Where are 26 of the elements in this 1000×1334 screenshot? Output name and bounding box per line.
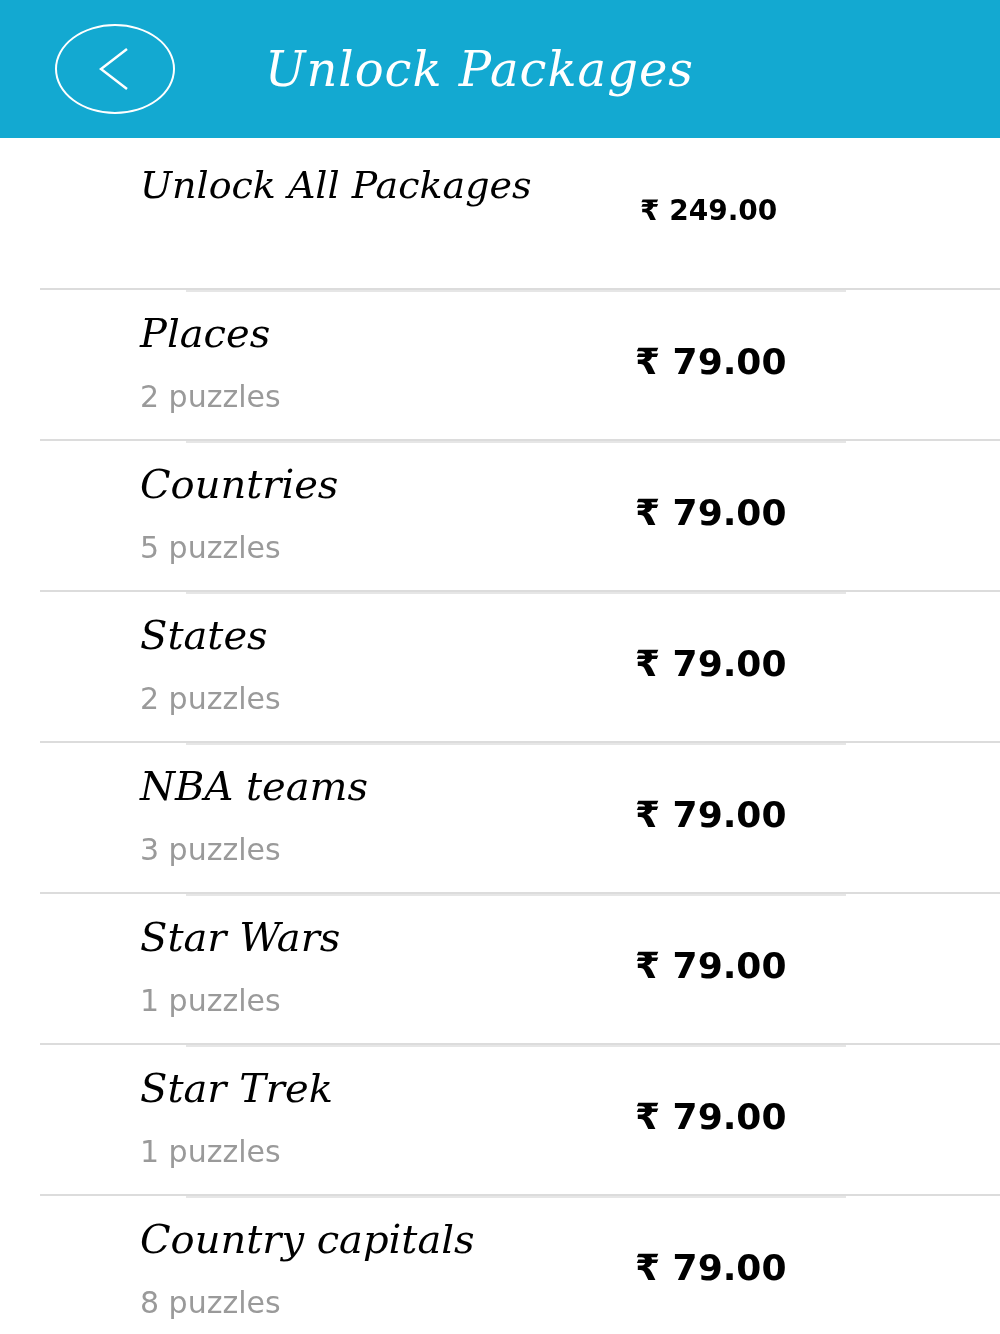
price-label: ₹ 79.00: [635, 945, 787, 987]
package-title: Countries: [140, 460, 340, 508]
price-label: ₹ 79.00: [635, 341, 787, 383]
back-button[interactable]: [55, 24, 175, 114]
puzzle-count: 2 puzzles: [140, 379, 282, 415]
price-label: ₹ 249.00: [640, 194, 778, 228]
price-label: ₹ 79.00: [635, 1096, 787, 1138]
package-title: Places: [140, 309, 272, 357]
price-label: ₹ 79.00: [635, 794, 787, 836]
puzzle-count: 2 puzzles: [140, 681, 282, 717]
package-title: States: [140, 611, 269, 659]
package-title: Country capitals: [140, 1215, 476, 1263]
price-label: ₹ 79.00: [635, 492, 787, 534]
puzzle-count: 1 puzzles: [140, 1134, 282, 1170]
puzzle-count: 8 puzzles: [140, 1285, 282, 1321]
package-title: Star Wars: [140, 913, 342, 961]
puzzle-count: 5 puzzles: [140, 530, 282, 566]
package-title: Unlock All Packages: [140, 162, 533, 209]
chevron-left-icon: [99, 48, 129, 90]
price-label: ₹ 79.00: [635, 643, 787, 685]
price-label: ₹ 79.00: [635, 1247, 787, 1289]
puzzle-count: 3 puzzles: [140, 832, 282, 868]
package-title: Star Trek: [140, 1064, 334, 1112]
screen-title: Unlock Packages: [265, 40, 694, 98]
puzzle-count: 1 puzzles: [140, 983, 282, 1019]
package-title: NBA teams: [140, 762, 370, 810]
